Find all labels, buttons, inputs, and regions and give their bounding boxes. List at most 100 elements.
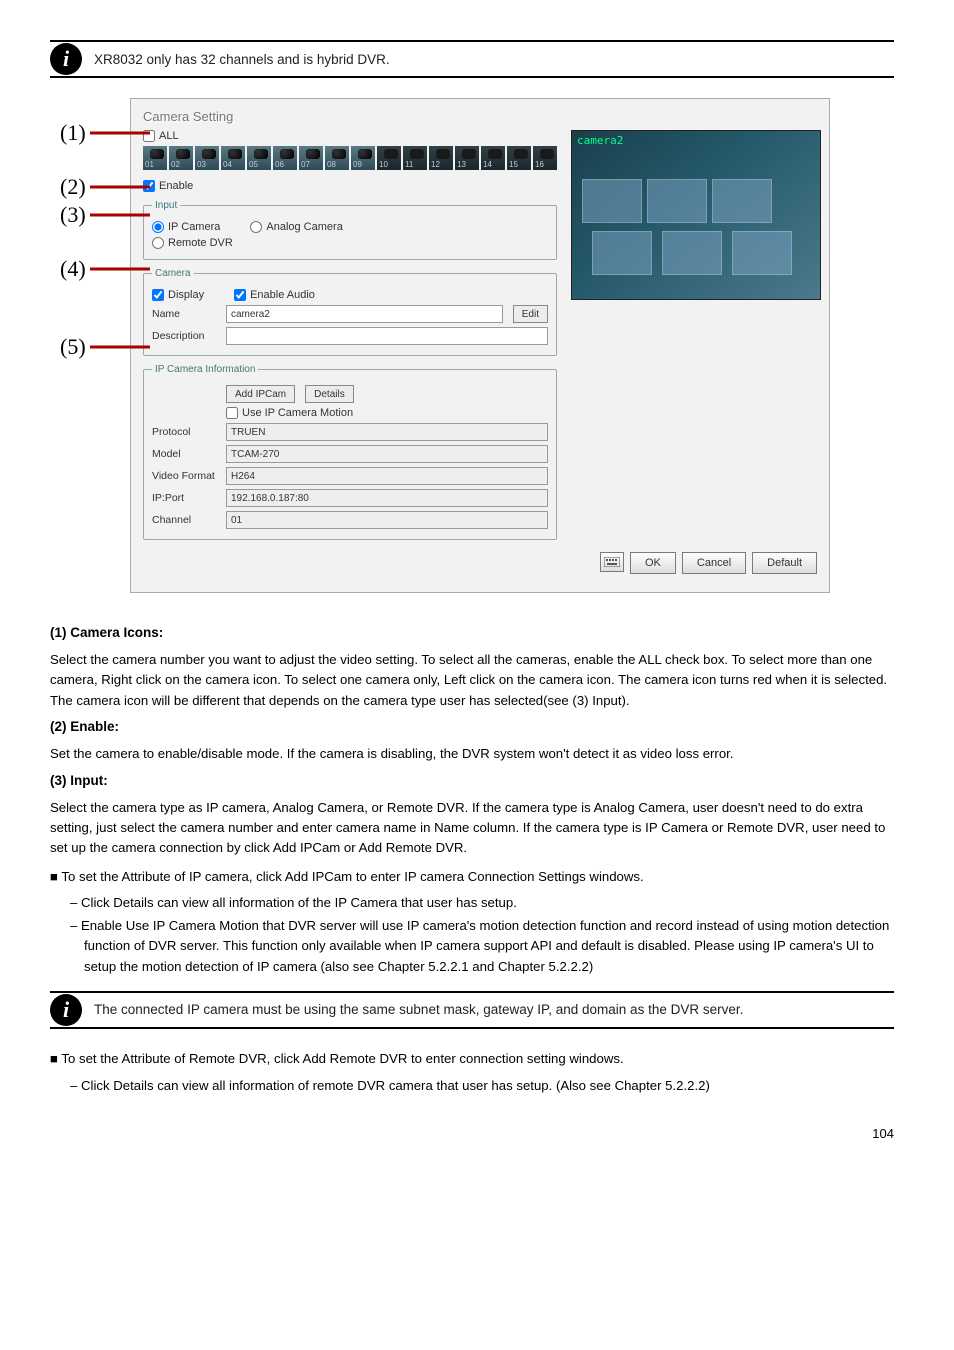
channel-label: Channel	[152, 514, 216, 526]
analog-label: Analog Camera	[266, 221, 342, 233]
camera-icon-15[interactable]: 15	[507, 146, 531, 170]
camera-fieldset: Camera Display Enable Audio Name camera2…	[143, 268, 557, 356]
camera-icon-14[interactable]: 14	[481, 146, 505, 170]
format-label: Video Format	[152, 470, 216, 482]
doc-body: (1) Camera Icons: Select the camera numb…	[50, 623, 894, 1096]
camera-icon-01[interactable]: 01	[143, 146, 167, 170]
camera-icon-number: 14	[483, 160, 492, 169]
keyboard-icon[interactable]	[600, 552, 624, 572]
page-footer: 104	[50, 1126, 894, 1141]
panel-title: Camera Setting	[143, 109, 817, 124]
input-legend: Input	[152, 200, 180, 211]
camera-icon-number: 12	[431, 160, 440, 169]
camera-icon-03[interactable]: 03	[195, 146, 219, 170]
enable-label: Enable	[159, 180, 193, 192]
description-field[interactable]	[226, 327, 548, 345]
camera-icon-13[interactable]: 13	[455, 146, 479, 170]
camera-icon-05[interactable]: 05	[247, 146, 271, 170]
remote-dvr-radio[interactable]	[152, 237, 164, 249]
info-note-ipcam: i The connected IP camera must be using …	[50, 991, 894, 1029]
ipcam-bullet-1: Click Details can view all information o…	[70, 893, 894, 913]
camera-icon-number: 01	[145, 160, 154, 169]
channel-value: 01	[226, 511, 548, 529]
ipcam-bullet-2: Enable Use IP Camera Motion that DVR ser…	[70, 916, 894, 977]
ip-camera-radio[interactable]	[152, 221, 164, 233]
info-icon: i	[50, 43, 82, 75]
cancel-button[interactable]: Cancel	[682, 552, 746, 574]
sec-3-ipcam-lead: To set the Attribute of IP camera, click…	[61, 869, 643, 884]
preview-osd: camera2	[577, 134, 623, 147]
camera-icon-number: 10	[379, 160, 388, 169]
display-label: Display	[168, 289, 204, 301]
camera-icon-number: 08	[327, 160, 336, 169]
enable-audio-checkbox[interactable]	[234, 289, 246, 301]
format-value: H264	[226, 467, 548, 485]
camera-icon-09[interactable]: 09	[351, 146, 375, 170]
name-label: Name	[152, 308, 216, 320]
camera-icon-07[interactable]: 07	[299, 146, 323, 170]
camera-preview: camera2	[571, 130, 821, 300]
sec-1-body: Select the camera number you want to adj…	[50, 650, 894, 711]
camera-icon-04[interactable]: 04	[221, 146, 245, 170]
callout-2: (2)	[60, 174, 86, 200]
enable-audio-label: Enable Audio	[250, 289, 315, 301]
callout-3: (3)	[60, 202, 86, 228]
details-button[interactable]: Details	[305, 385, 354, 403]
camera-icon-06[interactable]: 06	[273, 146, 297, 170]
info-icon: i	[50, 994, 82, 1026]
ok-button[interactable]: OK	[630, 552, 676, 574]
camera-icon-08[interactable]: 08	[325, 146, 349, 170]
default-button[interactable]: Default	[752, 552, 817, 574]
analog-camera-radio[interactable]	[250, 221, 262, 233]
sec-2-body: Set the camera to enable/disable mode. I…	[50, 744, 894, 764]
camera-icon-10[interactable]: 10	[377, 146, 401, 170]
use-ipcam-motion-checkbox[interactable]	[226, 407, 238, 419]
camera-icon-number: 04	[223, 160, 232, 169]
camera-setting-figure: (1) (2) (3) (4) (5) Camera Setting ALL 0…	[130, 98, 850, 593]
protocol-label: Protocol	[152, 426, 216, 438]
edit-button[interactable]: Edit	[513, 305, 548, 323]
ipcam-info-fieldset: IP Camera Information Add IPCam Details …	[143, 364, 557, 540]
camera-icon-number: 06	[275, 160, 284, 169]
ipport-value: 192.168.0.187:80	[226, 489, 548, 507]
info-text-hybrid: XR8032 only has 32 channels and is hybri…	[94, 52, 390, 67]
input-fieldset: Input IP Camera Analog Camera Remote DVR	[143, 200, 557, 260]
info-note-hybrid: i XR8032 only has 32 channels and is hyb…	[50, 40, 894, 78]
ipinfo-legend: IP Camera Information	[152, 364, 258, 375]
sec-2-head: (2) Enable:	[50, 719, 119, 734]
ipcam-label: IP Camera	[168, 221, 220, 233]
camera-icon-number: 16	[535, 160, 544, 169]
sec-1-head: (1) Camera Icons:	[50, 625, 163, 640]
camera-icon-number: 13	[457, 160, 466, 169]
callout-1: (1)	[60, 120, 86, 146]
display-checkbox[interactable]	[152, 289, 164, 301]
name-field[interactable]: camera2	[226, 305, 503, 323]
sec-3-head: (3) Input:	[50, 773, 108, 788]
model-value: TCAM-270	[226, 445, 548, 463]
ipport-label: IP:Port	[152, 492, 216, 504]
add-ipcam-button[interactable]: Add IPCam	[226, 385, 295, 403]
model-label: Model	[152, 448, 216, 460]
camera-icon-number: 07	[301, 160, 310, 169]
camera-icon-11[interactable]: 11	[403, 146, 427, 170]
camera-icon-number: 11	[405, 160, 413, 169]
camera-icon-number: 02	[171, 160, 180, 169]
info-text-ipcam: The connected IP camera must be using th…	[94, 1000, 743, 1021]
all-label: ALL	[159, 130, 179, 142]
camera-legend: Camera	[152, 268, 194, 279]
use-ipcam-motion-label: Use IP Camera Motion	[242, 407, 353, 419]
protocol-value: TRUEN	[226, 423, 548, 441]
camera-icon-bar: 01 02 03 04 05 06 07 08 09 10 11 12 13 14 15 16	[143, 146, 557, 170]
camera-icon-number: 05	[249, 160, 258, 169]
dialog-button-bar: OK Cancel Default	[143, 552, 817, 574]
sec-3-remote-lead: To set the Attribute of Remote DVR, clic…	[61, 1051, 623, 1066]
camera-icon-16[interactable]: 16	[533, 146, 557, 170]
camera-icon-number: 09	[353, 160, 362, 169]
camera-icon-02[interactable]: 02	[169, 146, 193, 170]
remote-label: Remote DVR	[168, 237, 233, 249]
callout-5: (5)	[60, 334, 86, 360]
sec-3-body-a: Select the camera type as IP camera, Ana…	[50, 798, 894, 859]
callout-4: (4)	[60, 256, 86, 282]
camera-setting-panel: Camera Setting ALL 01 02 03 04 05 06 07 08 09 10 1…	[130, 98, 830, 593]
camera-icon-12[interactable]: 12	[429, 146, 453, 170]
